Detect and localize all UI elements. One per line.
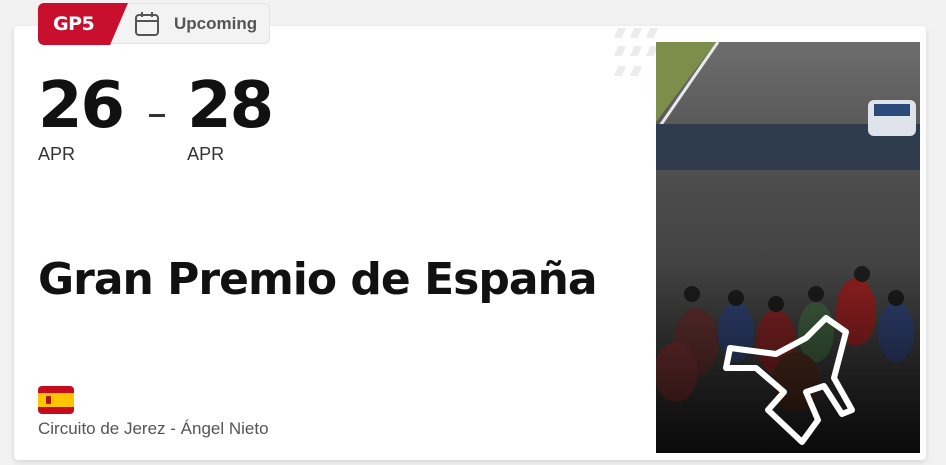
decorative-stripes — [614, 28, 658, 76]
event-tag-row: GP5 Upcoming — [38, 3, 270, 45]
end-date: 28 APR — [187, 69, 274, 165]
start-month: APR — [38, 144, 76, 164]
end-month: APR — [187, 144, 225, 164]
round-label: GP5 — [53, 13, 95, 35]
spain-flag-icon — [38, 386, 74, 414]
start-day: 26 — [38, 69, 125, 143]
end-day: 28 — [187, 69, 274, 143]
calendar-icon — [135, 11, 159, 36]
circuit-name: Circuito de Jerez - Ángel Nieto — [38, 419, 269, 438]
status-label: Upcoming — [174, 13, 258, 33]
date-separator — [149, 114, 166, 117]
status-badge: Upcoming — [110, 3, 270, 44]
start-date: 26 APR — [38, 69, 125, 165]
race-photo — [656, 42, 920, 453]
event-title[interactable]: Gran Premio de España — [38, 254, 598, 305]
event-dates: 26 APR 28 APR — [38, 69, 274, 165]
